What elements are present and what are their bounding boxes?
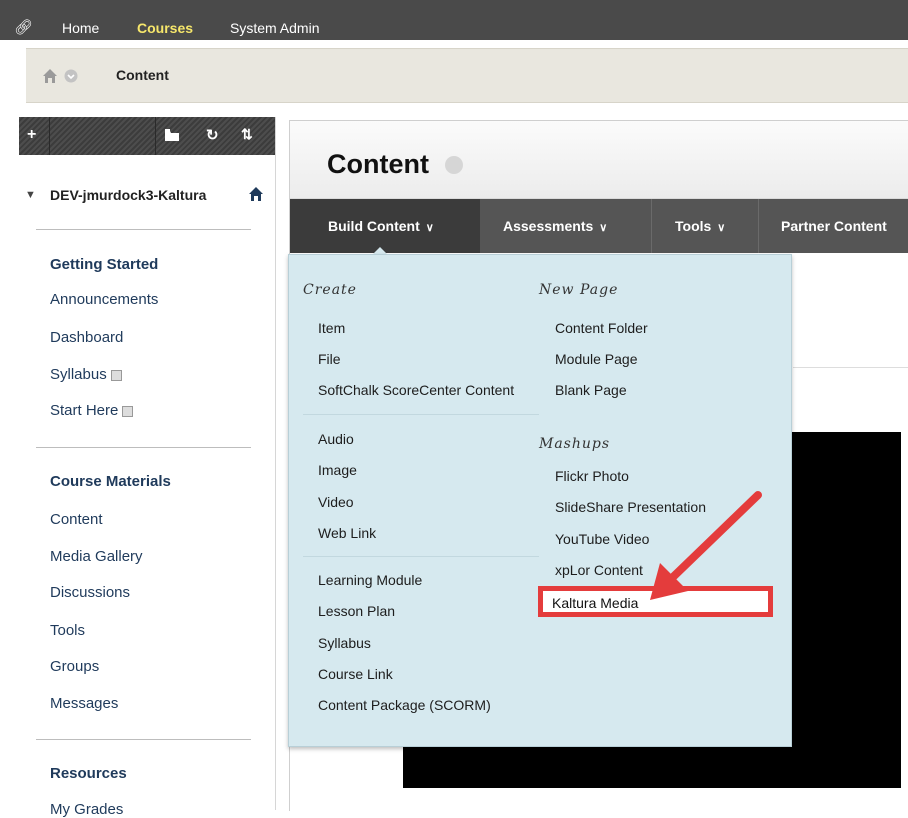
menu-item-start-here[interactable]: Start Here <box>50 402 134 419</box>
build-content-button[interactable]: Build Content ∨ <box>290 199 480 253</box>
menu-item-discussions[interactable]: Discussions <box>50 584 130 601</box>
course-home-icon[interactable] <box>248 186 264 202</box>
menu-item-create-softchalk[interactable]: SoftChalk ScoreCenter Content <box>318 382 514 398</box>
menu-item-label: Groups <box>50 658 100 675</box>
chevron-down-icon: ∨ <box>425 222 434 234</box>
menu-item-create-image[interactable]: Image <box>318 462 357 478</box>
link-icon[interactable]: 🔗︎ <box>14 18 33 36</box>
kaltura-media-highlight[interactable]: Kaltura Media <box>538 586 773 617</box>
refresh-icon[interactable]: ↻ <box>206 126 219 144</box>
menu-item-create-web-link[interactable]: Web Link <box>318 525 376 541</box>
menu-item-create-file[interactable]: File <box>318 351 341 367</box>
content-divider <box>793 367 908 368</box>
menu-heading-course-materials[interactable]: Course Materials <box>50 473 171 490</box>
mashups-heading: Mashups <box>539 436 611 452</box>
tab-system-admin[interactable]: System Admin <box>230 20 319 36</box>
assessments-button[interactable]: Assessments ∨ <box>480 199 652 253</box>
menu-item-label: Announcements <box>50 291 159 308</box>
menu-heading-resources[interactable]: Resources <box>50 765 127 782</box>
menu-item-learning-module[interactable]: Learning Module <box>318 572 422 588</box>
tools-button[interactable]: Tools ∨ <box>652 199 759 253</box>
course-menu-toolbar: + ↻ ⇅ <box>19 117 275 155</box>
menu-item-kaltura-media[interactable]: Kaltura Media <box>552 595 638 611</box>
tab-courses[interactable]: Courses <box>137 20 193 36</box>
content-header: Content <box>290 121 908 199</box>
menu-item-blank-page[interactable]: Blank Page <box>555 382 627 398</box>
new-page-heading: New Page <box>539 282 619 298</box>
toolbar-divider <box>49 117 50 155</box>
menu-item-label: Media Gallery <box>50 548 143 565</box>
chevron-down-icon: ∨ <box>717 222 726 234</box>
assessments-label: Assessments <box>503 218 594 234</box>
collapse-caret-icon[interactable]: ▼ <box>25 189 36 201</box>
tools-label: Tools <box>675 218 712 234</box>
create-heading: Create <box>303 282 357 298</box>
menu-item-youtube-video[interactable]: YouTube Video <box>555 531 649 547</box>
top-nav-bar: 🔗︎ Home Courses System Admin <box>0 0 908 40</box>
course-title[interactable]: DEV-jmurdock3-Kaltura <box>50 187 206 203</box>
chevron-down-icon: ∨ <box>599 222 608 234</box>
menu-item-lesson-plan[interactable]: Lesson Plan <box>318 603 395 619</box>
menu-item-groups[interactable]: Groups <box>50 658 99 675</box>
reorder-icon[interactable]: ⇅ <box>241 126 253 143</box>
menu-item-label: Dashboard <box>50 329 124 346</box>
menu-divider <box>303 556 539 557</box>
menu-item-create-video[interactable]: Video <box>318 494 354 510</box>
menu-item-course-link[interactable]: Course Link <box>318 666 393 682</box>
action-bar: Build Content ∨ Assessments ∨ Tools ∨ Partn… <box>290 199 908 253</box>
title-options-icon[interactable] <box>445 156 463 174</box>
menu-item-content[interactable]: Content <box>50 511 103 528</box>
menu-divider <box>36 229 251 230</box>
hidden-from-students-icon <box>110 369 122 381</box>
menu-divider <box>36 739 251 740</box>
menu-item-label: Messages <box>50 695 119 712</box>
menu-item-announcements[interactable]: Announcements <box>50 291 158 308</box>
breadcrumb-current: Content <box>116 67 169 83</box>
home-icon[interactable] <box>41 66 83 86</box>
menu-divider <box>303 414 539 415</box>
menu-item-xplor-content[interactable]: xpLor Content <box>555 562 643 578</box>
menu-item-syllabus[interactable]: Syllabus <box>318 635 371 651</box>
menu-item-create-audio[interactable]: Audio <box>318 431 354 447</box>
menu-item-label: Start Here <box>50 402 119 419</box>
menu-item-messages[interactable]: Messages <box>50 695 118 712</box>
menu-item-tools[interactable]: Tools <box>50 622 85 639</box>
menu-item-content-package[interactable]: Content Package (SCORM) <box>318 697 491 713</box>
menu-item-syllabus[interactable]: Syllabus <box>50 366 122 383</box>
menu-item-content-folder[interactable]: Content Folder <box>555 320 648 336</box>
menu-item-slideshare[interactable]: SlideShare Presentation <box>555 499 706 515</box>
menu-item-flickr-photo[interactable]: Flickr Photo <box>555 468 629 484</box>
menu-item-label: Discussions <box>50 584 131 601</box>
add-menu-item-icon[interactable]: + <box>27 126 36 144</box>
breadcrumb: Content <box>26 48 908 103</box>
tab-home[interactable]: Home <box>62 20 99 36</box>
menu-heading-getting-started[interactable]: Getting Started <box>50 256 158 273</box>
page-title: Content <box>327 149 429 179</box>
menu-item-label: Syllabus <box>50 366 107 383</box>
menu-item-dashboard[interactable]: Dashboard <box>50 329 123 346</box>
build-content-label: Build Content <box>328 218 420 234</box>
partner-content-label: Partner Content <box>781 218 887 234</box>
menu-item-label: Tools <box>50 622 86 639</box>
hidden-from-students-icon <box>122 405 134 417</box>
toolbar-divider <box>155 117 156 155</box>
build-content-menu: Create Item File SoftChalk ScoreCenter C… <box>288 254 792 747</box>
partner-content-button[interactable]: Partner Content <box>759 199 908 253</box>
menu-divider <box>36 447 251 448</box>
course-menu: + ↻ ⇅ ▼ DEV-jmurdock3-Kaltura Getting St… <box>19 117 276 818</box>
menu-item-media-gallery[interactable]: Media Gallery <box>50 548 143 565</box>
folder-view-icon[interactable] <box>164 128 180 142</box>
menu-item-label: Content <box>50 511 103 528</box>
menu-item-module-page[interactable]: Module Page <box>555 351 638 367</box>
menu-item-create-item[interactable]: Item <box>318 320 345 336</box>
